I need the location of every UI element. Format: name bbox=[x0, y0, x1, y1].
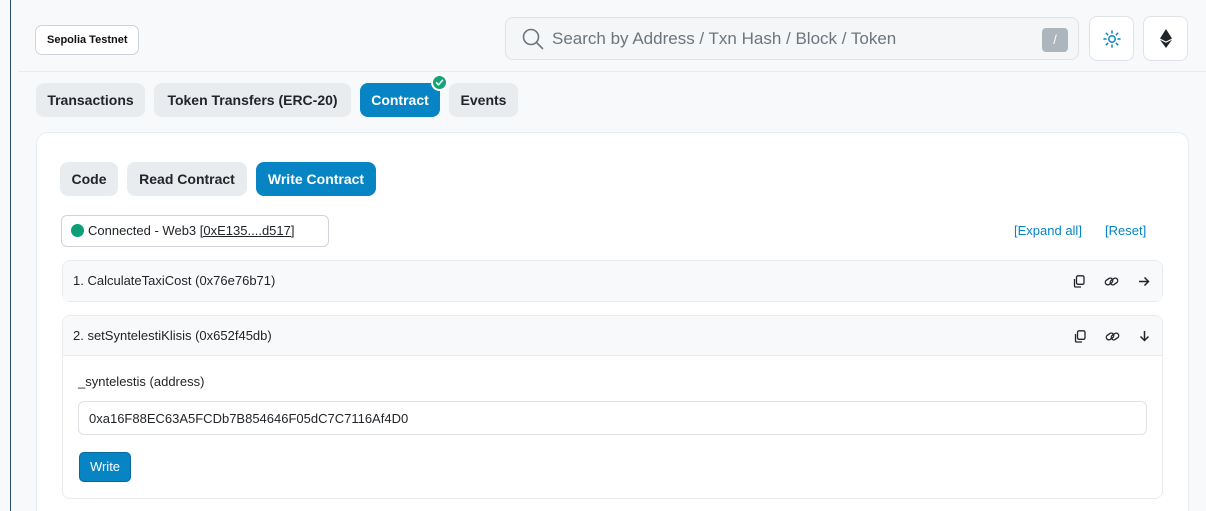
tab-events[interactable]: Events bbox=[449, 83, 518, 117]
write-button[interactable]: Write bbox=[79, 452, 131, 482]
ethereum-icon bbox=[1159, 29, 1172, 48]
function-label: 2. setSyntelestiKlisis (0x652f45db) bbox=[73, 328, 272, 343]
param-label: _syntelestis (address) bbox=[78, 374, 205, 389]
reset-link[interactable]: [Reset] bbox=[1105, 223, 1146, 238]
address-input[interactable] bbox=[78, 401, 1147, 435]
function-header[interactable]: 1. CalculateTaxiCost (0x76e76b71) bbox=[63, 261, 1162, 301]
function-header[interactable]: 2. setSyntelestiKlisis (0x652f45db) bbox=[63, 316, 1162, 356]
search-input[interactable] bbox=[552, 26, 1022, 52]
search-box[interactable]: / bbox=[505, 17, 1079, 60]
connected-status-dot-icon bbox=[71, 224, 84, 237]
arrow-down-icon[interactable] bbox=[1139, 330, 1150, 342]
copy-icon[interactable] bbox=[1073, 274, 1085, 288]
verified-check-icon bbox=[431, 74, 448, 91]
tab-contract[interactable]: Contract bbox=[360, 83, 440, 117]
subtab-write-contract[interactable]: Write Contract bbox=[256, 162, 376, 196]
function-row[interactable]: 1. CalculateTaxiCost (0x76e76b71) bbox=[62, 260, 1163, 302]
connection-label: Connected - Web3 bbox=[88, 223, 197, 238]
tab-transactions[interactable]: Transactions bbox=[36, 83, 145, 117]
left-border bbox=[10, 0, 11, 511]
arrow-right-icon[interactable] bbox=[1138, 276, 1150, 287]
link-icon[interactable] bbox=[1105, 330, 1120, 343]
subtab-code[interactable]: Code bbox=[60, 162, 118, 196]
connection-status[interactable]: Connected - Web3 [0xE135....d517] bbox=[61, 215, 329, 247]
copy-icon[interactable] bbox=[1074, 329, 1086, 343]
tab-token-transfers[interactable]: Token Transfers (ERC-20) bbox=[154, 83, 351, 117]
sun-icon bbox=[1102, 29, 1121, 48]
subtab-read-contract[interactable]: Read Contract bbox=[127, 162, 247, 196]
expand-all-link[interactable]: [Expand all] bbox=[1014, 223, 1082, 238]
search-shortcut-key: / bbox=[1042, 28, 1068, 52]
theme-toggle-button[interactable] bbox=[1089, 16, 1134, 61]
function-label: 1. CalculateTaxiCost (0x76e76b71) bbox=[73, 273, 276, 288]
header-divider bbox=[18, 71, 1206, 72]
network-switch-button[interactable] bbox=[1143, 16, 1188, 61]
search-icon bbox=[522, 28, 544, 50]
connected-address-link[interactable]: [0xE135....d517] bbox=[200, 223, 295, 238]
link-icon[interactable] bbox=[1104, 275, 1119, 288]
network-badge[interactable]: Sepolia Testnet bbox=[35, 25, 140, 55]
